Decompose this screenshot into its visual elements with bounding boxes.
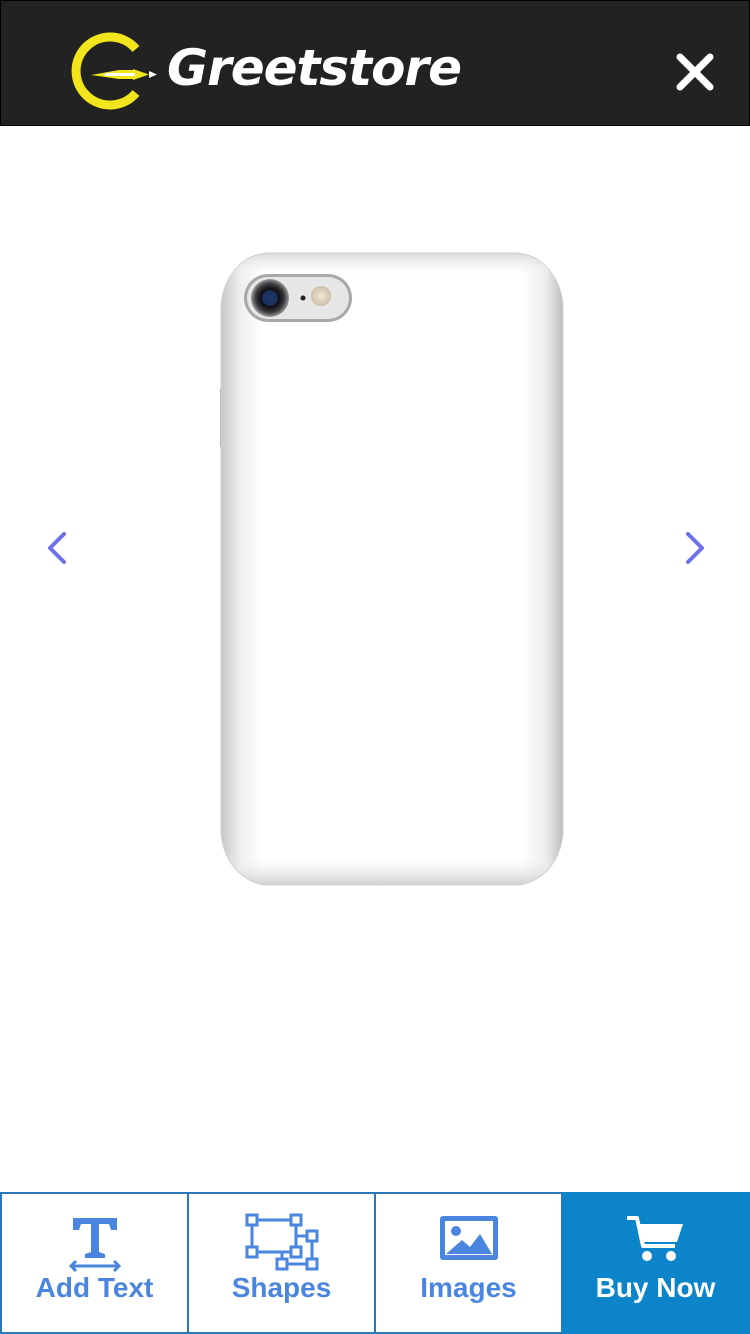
greetstore-logo-icon — [71, 32, 157, 110]
close-icon — [676, 53, 714, 91]
shapes-button[interactable]: Shapes — [188, 1192, 375, 1334]
brand-name: Greetstore — [167, 39, 462, 97]
chevron-left-icon — [48, 532, 66, 564]
image-icon — [439, 1216, 498, 1260]
brand-logo: Greetstore — [61, 29, 462, 115]
close-button[interactable] — [672, 49, 718, 95]
phone-case-preview[interactable] — [214, 248, 570, 893]
buy-now-button[interactable]: Buy Now — [562, 1192, 750, 1334]
cart-icon — [626, 1216, 683, 1261]
add-text-label: Add Text — [35, 1272, 154, 1303]
buy-now-label: Buy Now — [595, 1272, 716, 1303]
phone-case-image — [220, 252, 564, 886]
images-label: Images — [420, 1272, 517, 1303]
previous-product-button[interactable] — [40, 528, 76, 568]
images-button[interactable]: Images — [375, 1192, 562, 1334]
add-text-button[interactable]: Add Text — [0, 1192, 188, 1334]
app-header: Greetstore — [0, 0, 750, 126]
chevron-right-icon — [686, 532, 704, 564]
text-tool-icon — [68, 1218, 121, 1272]
design-toolbar: Add Text Shapes Images Buy Now — [0, 1192, 750, 1334]
next-product-button[interactable] — [676, 528, 712, 568]
shapes-icon — [245, 1213, 318, 1271]
shapes-label: Shapes — [231, 1272, 332, 1303]
